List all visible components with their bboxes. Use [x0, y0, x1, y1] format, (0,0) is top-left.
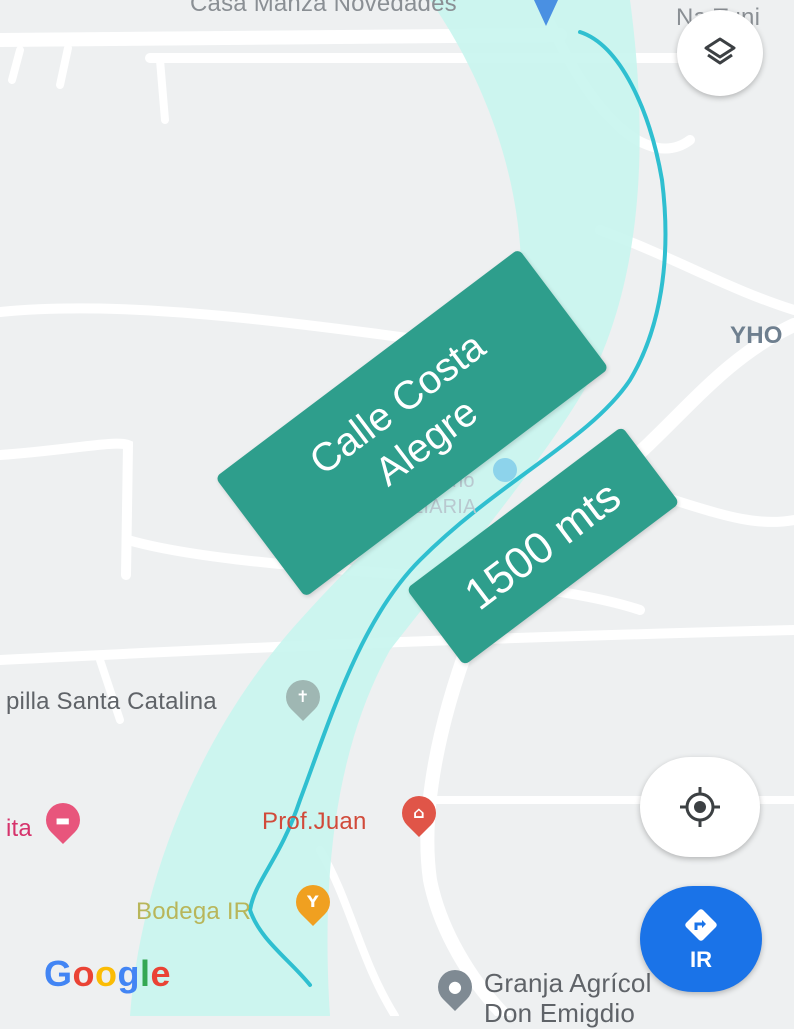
go-button[interactable]: IR [640, 886, 762, 992]
place-icon: ● [448, 977, 462, 996]
logo-letter: l [140, 953, 151, 994]
layers-icon [704, 37, 736, 65]
bed-icon: ▬ [55, 810, 71, 829]
poi-label-granja-1: Granja Agrícol [484, 968, 652, 998]
my-location-icon [680, 787, 720, 827]
faded-place-marker [493, 458, 517, 482]
poi-label-prof-juan: Prof.Juan [262, 808, 367, 835]
go-button-label: IR [690, 947, 712, 972]
logo-letter: e [150, 953, 172, 994]
directions-icon [685, 909, 717, 941]
poi-label-top: Casa Manza Novedades [190, 0, 457, 17]
google-logo: Google [44, 953, 171, 995]
cup-icon: Y [307, 892, 319, 911]
logo-letter: o [95, 953, 118, 994]
my-location-button[interactable] [640, 757, 760, 857]
logo-letter: G [44, 953, 73, 994]
layers-button[interactable] [677, 10, 763, 96]
cross-icon: ✝ [296, 687, 310, 706]
building-icon: ⌂ [413, 803, 425, 823]
logo-letter: o [72, 953, 96, 994]
area-label-right: YHO [730, 322, 783, 349]
poi-label-granja-2: Don Emigdio [484, 998, 636, 1028]
poi-label-left-edge: ita [6, 815, 32, 842]
poi-label-bodega: Bodega IR [136, 898, 252, 925]
map-canvas[interactable]: Casa Manza Novedades Na Tuni YHO ho LIAR… [0, 0, 794, 1028]
logo-letter: g [117, 953, 141, 994]
poi-label-capilla: pilla Santa Catalina [6, 688, 217, 715]
